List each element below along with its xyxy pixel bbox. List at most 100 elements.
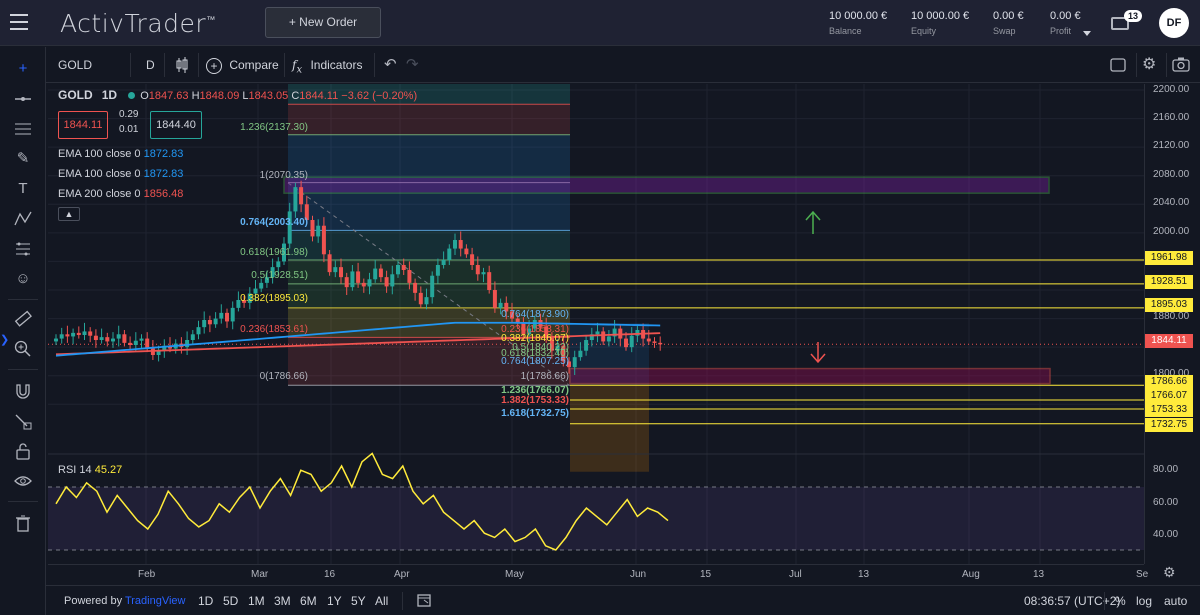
range-1m[interactable]: 1M — [248, 586, 265, 615]
text-icon[interactable]: T — [13, 179, 33, 199]
interval-selector[interactable]: D — [146, 47, 155, 83]
equity-stat: 10 000.00 € Equity — [911, 10, 970, 36]
zoom-in-icon[interactable] — [13, 339, 33, 359]
prediction-icon[interactable] — [13, 239, 33, 259]
expand-toolbar-icon[interactable]: ❯ — [0, 333, 9, 346]
fib-label: 0.764(2003.40) — [240, 217, 308, 228]
ema-legend-3: EMA 200 close 0 1856.48 — [58, 188, 184, 200]
menu-icon[interactable] — [10, 14, 28, 30]
collapse-legend-icon[interactable]: ▲ — [58, 207, 80, 221]
target-zone-up — [283, 176, 1050, 194]
symbol-legend: GOLD 1D O1847.63 H1848.09 L1843.05 C1844… — [58, 88, 418, 102]
price-marker: 1895.03 — [1145, 298, 1193, 312]
arrow-down-icon — [810, 342, 826, 364]
crosshair-icon[interactable]: + — [13, 59, 33, 79]
price-marker: 1766.07 — [1145, 389, 1193, 403]
time-tick: Mar — [251, 569, 269, 580]
arrow-up-icon — [805, 210, 821, 234]
price-axis[interactable]: 2200.00 2160.00 2120.00 2080.00 2040.00 … — [1144, 84, 1200, 564]
pattern-icon[interactable] — [13, 209, 33, 229]
candle-body — [378, 268, 383, 278]
fib-label: 1(1786.66) — [520, 371, 569, 382]
rsi-band — [48, 487, 1144, 550]
fib-zone — [288, 134, 570, 183]
balance-stat: 10 000.00 € Balance — [829, 10, 888, 36]
range-3m[interactable]: 3M — [274, 586, 291, 615]
range-5d[interactable]: 5D — [223, 586, 238, 615]
price-marker: 1753.33 — [1145, 403, 1193, 417]
notification-badge: 13 — [1124, 10, 1143, 22]
eye-icon[interactable] — [13, 471, 33, 491]
sell-price-button[interactable]: 1844.11 — [58, 111, 108, 139]
lock-drawing-icon[interactable] — [13, 411, 33, 431]
symbol-selector[interactable]: GOLD — [58, 47, 92, 83]
ruler-icon[interactable] — [13, 309, 33, 329]
candle-style-icon[interactable] — [174, 47, 190, 83]
magnet-icon[interactable] — [13, 381, 33, 401]
range-1y[interactable]: 1Y — [327, 586, 342, 615]
undo-icon[interactable]: ↶ — [384, 47, 397, 83]
brush-icon[interactable]: ✎ — [13, 149, 33, 169]
trend-line-icon[interactable] — [13, 89, 33, 109]
price-marker: 1928.51 — [1145, 275, 1193, 289]
compare-button[interactable]: + Compare — [206, 47, 279, 83]
price-tick: 2160.00 — [1153, 112, 1190, 123]
candle-body — [344, 277, 349, 288]
fullscreen-icon[interactable] — [1110, 47, 1126, 83]
new-order-button[interactable]: + New Order — [265, 7, 381, 38]
range-all[interactable]: All — [375, 586, 388, 615]
candle-body — [99, 337, 104, 341]
redo-icon[interactable]: ↷ — [406, 47, 419, 83]
indicators-button[interactable]: fx Indicators — [292, 47, 362, 83]
candle-body — [413, 282, 418, 293]
trash-icon[interactable] — [13, 513, 33, 533]
candle-body — [207, 320, 212, 325]
emoji-icon[interactable]: ☺ — [13, 269, 33, 289]
candle-body — [276, 261, 281, 268]
candle-body — [606, 336, 611, 342]
candle-body — [475, 265, 480, 275]
user-avatar[interactable]: DF — [1159, 8, 1189, 38]
rsi-tick: 40.00 — [1153, 529, 1179, 540]
camera-icon[interactable] — [1172, 47, 1190, 83]
buy-price-button[interactable]: 1844.40 — [150, 111, 202, 139]
log-toggle[interactable]: log — [1136, 586, 1152, 615]
fibonacci-icon[interactable] — [13, 119, 33, 139]
unlock-icon[interactable] — [13, 441, 33, 461]
app-logo: ActivTrader™ — [60, 9, 216, 38]
fib-zone — [288, 283, 570, 308]
fib-label: 0.382(1895.03) — [240, 293, 308, 304]
candle-body — [327, 254, 332, 273]
clock-time[interactable]: 08:36:57 (UTC+2) — [1024, 586, 1120, 615]
settings-gear-icon[interactable]: ⚙ — [1142, 47, 1156, 83]
time-axis[interactable]: Feb Mar 16 Apr May Jun 15 Jul 13 Aug 13 … — [48, 564, 1148, 584]
percent-toggle[interactable]: % — [1115, 586, 1126, 615]
range-5y[interactable]: 5Y — [351, 586, 366, 615]
market-open-icon — [128, 92, 136, 99]
candle-body — [82, 331, 87, 336]
candle-body — [418, 292, 423, 305]
range-6m[interactable]: 6M — [300, 586, 317, 615]
candle-body — [584, 340, 589, 351]
candle-body — [310, 220, 315, 237]
candle-body — [128, 342, 133, 346]
candle-body — [470, 254, 475, 266]
goto-date-icon[interactable] — [416, 586, 432, 615]
auto-toggle[interactable]: auto — [1164, 586, 1187, 615]
target-zone-down — [569, 367, 1051, 385]
account-dropdown-icon[interactable] — [1083, 31, 1091, 36]
tradingview-link[interactable]: TradingView — [125, 595, 186, 607]
candle-body — [652, 341, 657, 343]
chart-canvas[interactable] — [48, 84, 1144, 564]
time-tick: Jun — [630, 569, 647, 580]
chart-area[interactable]: GOLD 1D O1847.63 H1848.09 L1843.05 C1844… — [48, 84, 1144, 564]
candle-body — [396, 265, 400, 275]
candle-body — [350, 271, 355, 288]
price-tick: 2200.00 — [1153, 84, 1190, 95]
axis-settings-icon[interactable]: ⚙ — [1163, 564, 1176, 581]
candle-body — [578, 350, 583, 358]
candle-body — [658, 342, 663, 345]
range-1d[interactable]: 1D — [198, 586, 213, 615]
time-tick: 16 — [324, 569, 336, 580]
candle-body — [629, 335, 634, 348]
